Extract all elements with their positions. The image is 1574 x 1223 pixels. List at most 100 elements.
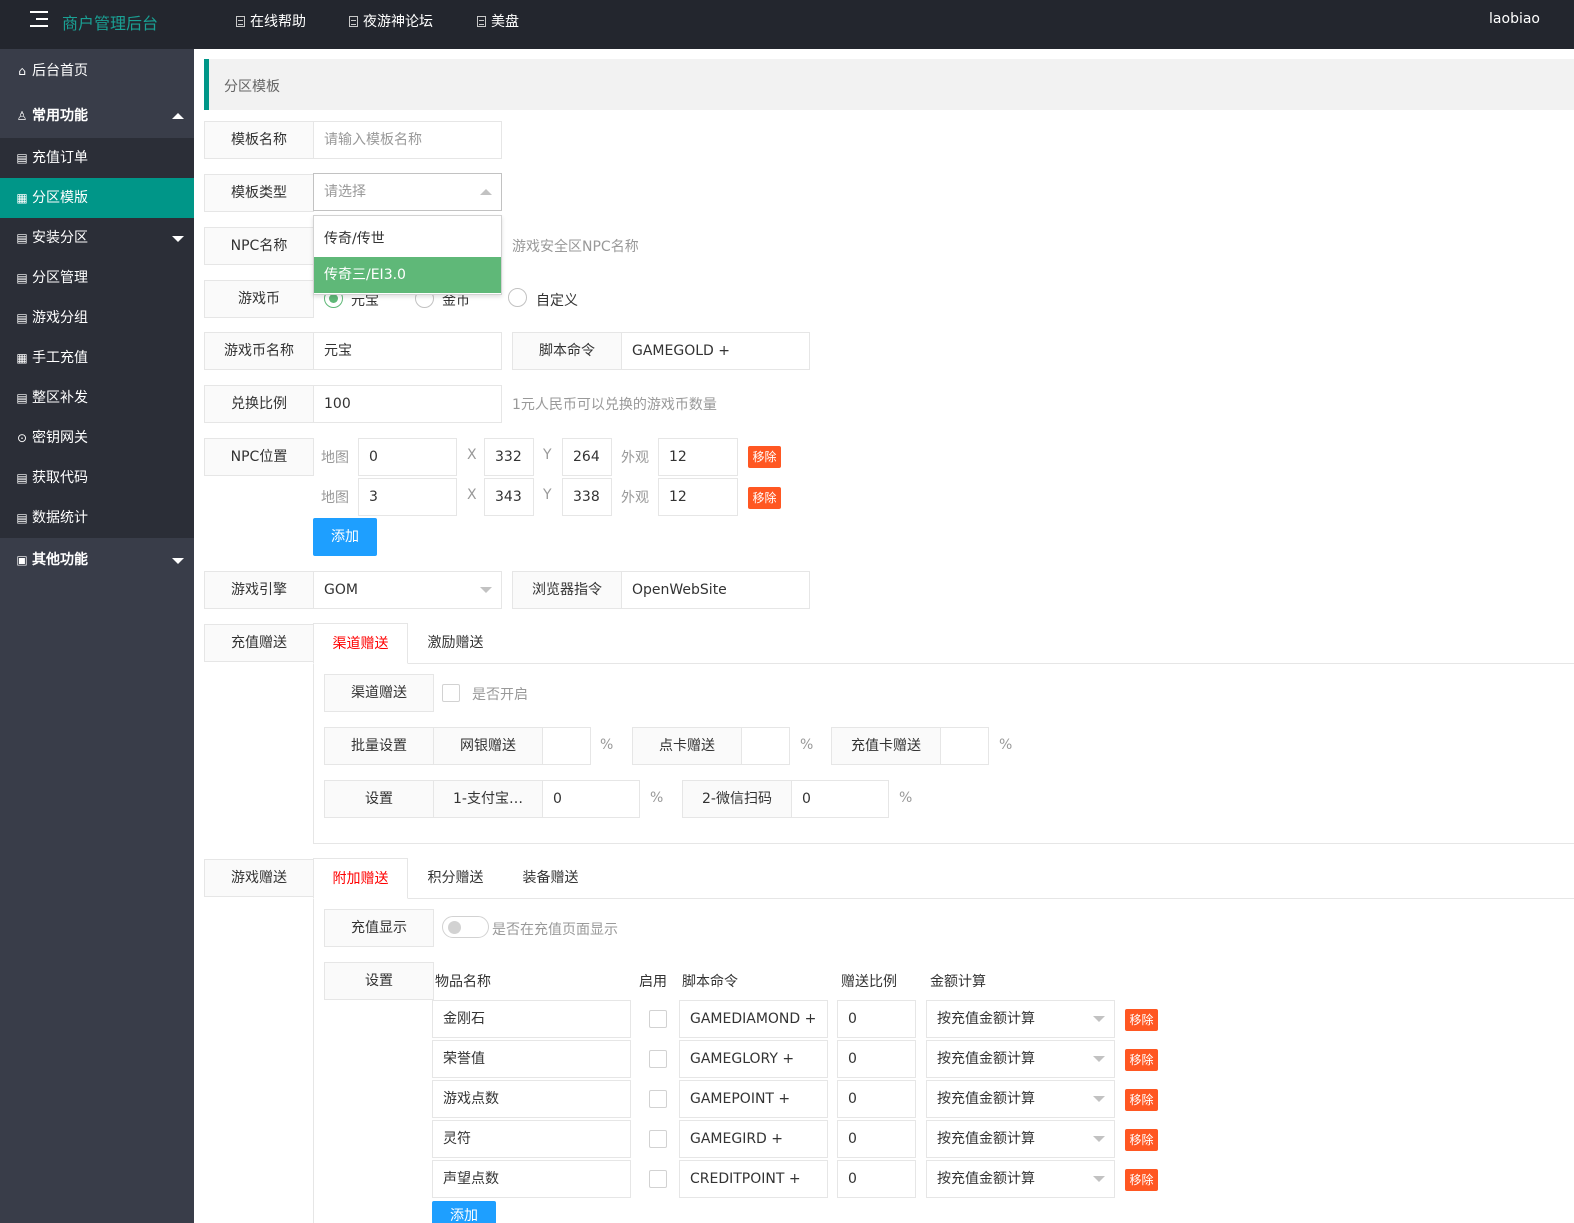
map-label: 地图 <box>321 450 349 466</box>
remove-button[interactable]: 移除 <box>1125 1049 1158 1071</box>
npc-name-label: NPC名称 <box>204 227 314 265</box>
npc-look-input[interactable]: 12 <box>658 478 738 516</box>
display-hint: 是否在充值页面显示 <box>492 922 618 938</box>
sidebar-item-manual-recharge[interactable]: ▦ 手工充值 <box>0 338 194 378</box>
remove-button[interactable]: 移除 <box>748 487 781 509</box>
gift-script-input[interactable]: GAMEPOINT + <box>679 1080 828 1118</box>
browser-cmd-input[interactable]: OpenWebSite <box>621 571 810 609</box>
npc-y-input[interactable]: 264 <box>562 438 612 476</box>
tab-incentive-gift[interactable]: 激励赠送 <box>408 623 503 664</box>
npc-look-input[interactable]: 12 <box>658 438 738 476</box>
gift-ratio-input[interactable]: 0 <box>837 1160 916 1198</box>
option-chuanqi[interactable]: 传奇/传世 <box>314 221 501 257</box>
menu-toggle-icon[interactable] <box>30 11 48 27</box>
option-chuanqi3[interactable]: 传奇三/EI3.0 <box>314 257 501 293</box>
add-gift-button[interactable]: 添加 <box>432 1201 496 1223</box>
bank-gift-input[interactable] <box>542 727 591 765</box>
script-cmd-input[interactable]: GAMEGOLD + <box>621 332 810 370</box>
npc-x-input[interactable]: 332 <box>484 438 534 476</box>
recharge-card-gift-input[interactable] <box>940 727 989 765</box>
template-name-input[interactable]: 请输入模板名称 <box>313 121 502 159</box>
sidebar-group-common[interactable]: ♙ 常用功能 <box>0 96 194 136</box>
gift-item-name-input[interactable]: 金刚石 <box>432 1000 631 1038</box>
gift-ratio-input[interactable]: 0 <box>837 1120 916 1158</box>
gift-enable-checkbox[interactable] <box>649 1090 667 1108</box>
alipay-input[interactable]: 0 <box>542 780 640 818</box>
template-type-label: 模板类型 <box>204 174 314 212</box>
col-script-cmd: 脚本命令 <box>682 974 738 990</box>
npc-y-input[interactable]: 338 <box>562 478 612 516</box>
sidebar-group-other[interactable]: ▣ 其他功能 <box>0 540 194 580</box>
gift-calc-select[interactable]: 按充值金额计算 <box>926 1040 1115 1078</box>
engine-select[interactable]: GOM <box>313 571 502 609</box>
template-type-select[interactable]: 请选择 <box>313 173 502 211</box>
gift-script-input[interactable]: GAMEGLORY + <box>679 1040 828 1078</box>
gift-enable-checkbox[interactable] <box>649 1170 667 1188</box>
batch-set-label: 批量设置 <box>324 727 434 765</box>
remove-button[interactable]: 移除 <box>748 446 781 468</box>
col-gift-ratio: 赠送比例 <box>841 974 897 990</box>
display-toggle[interactable] <box>442 916 489 938</box>
sidebar-item-zone-manage[interactable]: ▤ 分区管理 <box>0 258 194 298</box>
remove-button[interactable]: 移除 <box>1125 1009 1158 1031</box>
npc-name-hint: 游戏安全区NPC名称 <box>512 239 639 255</box>
remove-button[interactable]: 移除 <box>1125 1129 1158 1151</box>
select-open-arrow-icon <box>480 189 492 195</box>
npc-map-input[interactable]: 0 <box>358 438 457 476</box>
gift-item-name-input[interactable]: 荣誉值 <box>432 1040 631 1078</box>
gift-script-input[interactable]: GAMEDIAMOND + <box>679 1000 828 1038</box>
channel-gift-checkbox[interactable] <box>442 684 460 702</box>
radio-custom[interactable] <box>508 288 527 307</box>
wechat-input[interactable]: 0 <box>791 780 889 818</box>
chevron-down-icon <box>1093 1136 1105 1142</box>
brand-title[interactable]: 商户管理后台 <box>62 10 158 34</box>
card-gift-input[interactable] <box>741 727 790 765</box>
gift-item-name-input[interactable]: 灵符 <box>432 1120 631 1158</box>
gift-enable-checkbox[interactable] <box>649 1010 667 1028</box>
gift-calc-select[interactable]: 按充值金额计算 <box>926 1160 1115 1198</box>
gift-ratio-input[interactable]: 0 <box>837 1040 916 1078</box>
gift-calc-value: 按充值金额计算 <box>937 1091 1035 1107</box>
npc-x-input[interactable]: 343 <box>484 478 534 516</box>
nav-forum[interactable]: 夜游神论坛 <box>349 11 433 31</box>
top-header: 商户管理后台 在线帮助 夜游神论坛 美盘 laobiao <box>0 0 1574 49</box>
sidebar-item-statistics[interactable]: ▤ 数据统计 <box>0 498 194 538</box>
download-icon: ⊙ <box>16 431 28 445</box>
col-enabled: 启用 <box>639 974 667 990</box>
add-npc-button[interactable]: 添加 <box>313 518 377 556</box>
currency-name-input[interactable]: 元宝 <box>313 332 502 370</box>
sidebar-item-orders[interactable]: ▤ 充值订单 <box>0 138 194 178</box>
gift-ratio-input[interactable]: 0 <box>837 1080 916 1118</box>
sidebar-item-home[interactable]: ⌂ 后台首页 <box>0 51 194 91</box>
tab-extra-gift[interactable]: 附加赠送 <box>313 858 408 899</box>
tab-channel-gift[interactable]: 渠道赠送 <box>313 623 408 664</box>
recharge-card-gift-label: 充值卡赠送 <box>831 727 941 765</box>
nav-meipan[interactable]: 美盘 <box>477 11 519 31</box>
gift-calc-select[interactable]: 按充值金额计算 <box>926 1000 1115 1038</box>
gift-calc-value: 按充值金额计算 <box>937 1131 1035 1147</box>
ratio-input[interactable]: 100 <box>313 385 502 423</box>
remove-button[interactable]: 移除 <box>1125 1089 1158 1111</box>
gift-script-input[interactable]: CREDITPOINT + <box>679 1160 828 1198</box>
nav-help[interactable]: 在线帮助 <box>236 11 306 31</box>
breadcrumb: 分区模板 <box>224 79 280 95</box>
gift-item-name-input[interactable]: 声望点数 <box>432 1160 631 1198</box>
sidebar-item-get-code[interactable]: ▤ 获取代码 <box>0 458 194 498</box>
user-menu[interactable]: laobiao <box>1489 11 1540 27</box>
gift-calc-select[interactable]: 按充值金额计算 <box>926 1080 1115 1118</box>
sidebar-item-game-group[interactable]: ▤ 游戏分组 <box>0 298 194 338</box>
gift-script-input[interactable]: GAMEGIRD + <box>679 1120 828 1158</box>
tab-points-gift[interactable]: 积分赠送 <box>408 858 503 899</box>
remove-button[interactable]: 移除 <box>1125 1169 1158 1191</box>
gift-enable-checkbox[interactable] <box>649 1050 667 1068</box>
sidebar-item-install-zone[interactable]: ▤ 安装分区 <box>0 218 194 258</box>
sidebar-item-zone-template[interactable]: ▦ 分区模版 <box>0 178 194 218</box>
gift-ratio-input[interactable]: 0 <box>837 1000 916 1038</box>
gift-calc-select[interactable]: 按充值金额计算 <box>926 1120 1115 1158</box>
npc-map-input[interactable]: 3 <box>358 478 457 516</box>
tab-equipment-gift[interactable]: 装备赠送 <box>503 858 598 899</box>
gift-item-name-input[interactable]: 游戏点数 <box>432 1080 631 1118</box>
sidebar-item-zone-reissue[interactable]: ▤ 整区补发 <box>0 378 194 418</box>
sidebar-item-key-gateway[interactable]: ⊙ 密钥网关 <box>0 418 194 458</box>
gift-enable-checkbox[interactable] <box>649 1130 667 1148</box>
